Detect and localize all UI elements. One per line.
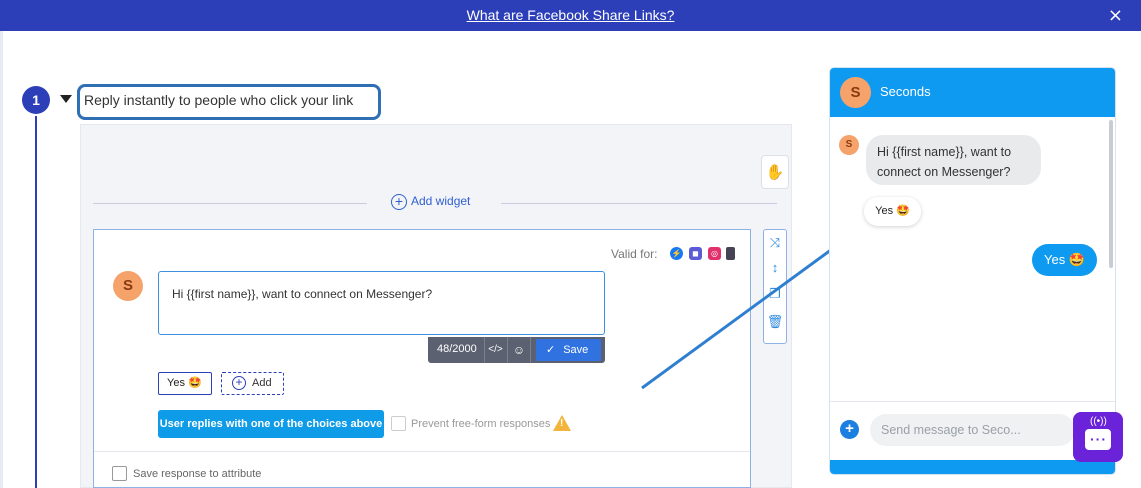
step-title-input[interactable]: Reply instantly to people who click your… xyxy=(77,84,381,120)
user-replies-choices-button[interactable]: User replies with one of the choices abo… xyxy=(158,410,384,438)
share-link-editor: What are Facebook Share Links? × 1 Reply… xyxy=(0,0,1141,488)
live-chat-button[interactable]: ((•)) ··· xyxy=(1073,412,1123,462)
add-widget-button[interactable]: + Add widget xyxy=(391,194,470,212)
code-icon[interactable]: </> xyxy=(484,337,506,363)
instagram-icon: ◎ xyxy=(708,247,721,260)
add-widget-label: Add widget xyxy=(411,194,471,209)
top-banner: What are Facebook Share Links? × xyxy=(0,0,1141,31)
resize-vertical-icon[interactable]: ↕ xyxy=(764,260,786,275)
message-editor-toolbar: 48/2000 </> ☺ ✓ Save xyxy=(428,337,605,363)
webchat-icon: ◼ xyxy=(689,247,702,260)
save-response-checkbox[interactable] xyxy=(112,466,127,481)
prevent-freeform-checkbox[interactable] xyxy=(391,416,406,431)
facebook-share-links-help-link[interactable]: What are Facebook Share Links? xyxy=(0,7,1141,23)
save-response-label: Save response to attribute xyxy=(133,468,262,480)
bot-message-bubble: Hi {{first name}}, want to connect on Me… xyxy=(866,135,1041,185)
add-attachment-icon[interactable]: + xyxy=(840,420,859,439)
choice-chip-yes[interactable]: Yes 🤩 xyxy=(158,372,212,395)
preview-header: S Seconds xyxy=(830,68,1115,117)
page-name: Seconds xyxy=(880,84,931,99)
preview-scrollbar[interactable] xyxy=(1109,120,1113,268)
character-count: 48/2000 xyxy=(437,343,477,355)
widget-side-toolbar: ⤨ ↕ ❐ 🗑 xyxy=(763,229,787,344)
warning-icon: ! xyxy=(553,415,571,431)
bot-avatar: S xyxy=(113,271,143,301)
save-button[interactable]: ✓ Save xyxy=(536,339,601,361)
step-connector-line xyxy=(35,116,37,488)
message-text-input[interactable]: Hi {{first name}}, want to connect on Me… xyxy=(158,271,605,335)
copy-icon[interactable]: ❐ xyxy=(764,286,786,302)
chat-bubble-icon: ··· xyxy=(1085,429,1111,450)
plus-circle-icon: + xyxy=(232,376,246,391)
user-reply-bubble: Yes 🤩 xyxy=(1032,244,1097,276)
close-icon[interactable]: × xyxy=(1108,5,1123,26)
message-widget-card xyxy=(93,229,751,488)
messenger-preview-panel: S Seconds S Hi {{first name}}, want to c… xyxy=(829,67,1116,475)
sms-phone-icon xyxy=(726,247,735,260)
add-choice-button[interactable]: + Add xyxy=(221,372,284,395)
valid-for-label: Valid for: xyxy=(611,247,658,261)
emoji-icon[interactable]: ☺ xyxy=(507,337,531,363)
plus-circle-icon: + xyxy=(391,194,407,210)
card-divider xyxy=(94,451,750,452)
check-icon: ✓ xyxy=(546,344,556,356)
drag-hand-icon[interactable]: ✋ xyxy=(761,155,789,189)
send-message-input[interactable]: Send message to Seco... xyxy=(870,414,1075,446)
add-choice-label: Add xyxy=(252,377,272,389)
save-label: Save xyxy=(563,344,589,356)
preview-footer-bar xyxy=(830,460,1115,474)
page-avatar: S xyxy=(840,77,871,108)
add-widget-divider-left xyxy=(93,203,367,204)
step-number-badge: 1 xyxy=(22,86,50,114)
composer-divider xyxy=(830,401,1115,402)
messenger-icon: ⚡ xyxy=(670,247,683,260)
shuffle-icon[interactable]: ⤨ xyxy=(764,235,786,251)
add-widget-divider-right xyxy=(501,203,777,204)
collapse-caret-icon[interactable] xyxy=(60,95,72,103)
broadcast-signal-icon: ((•)) xyxy=(1090,416,1107,427)
quick-reply-chip[interactable]: Yes 🤩 xyxy=(864,197,921,226)
left-edge-divider xyxy=(0,31,3,488)
trash-icon[interactable]: 🗑 xyxy=(764,314,786,330)
bot-avatar-small: S xyxy=(839,135,859,155)
prevent-freeform-label: Prevent free-form responses xyxy=(411,418,551,430)
